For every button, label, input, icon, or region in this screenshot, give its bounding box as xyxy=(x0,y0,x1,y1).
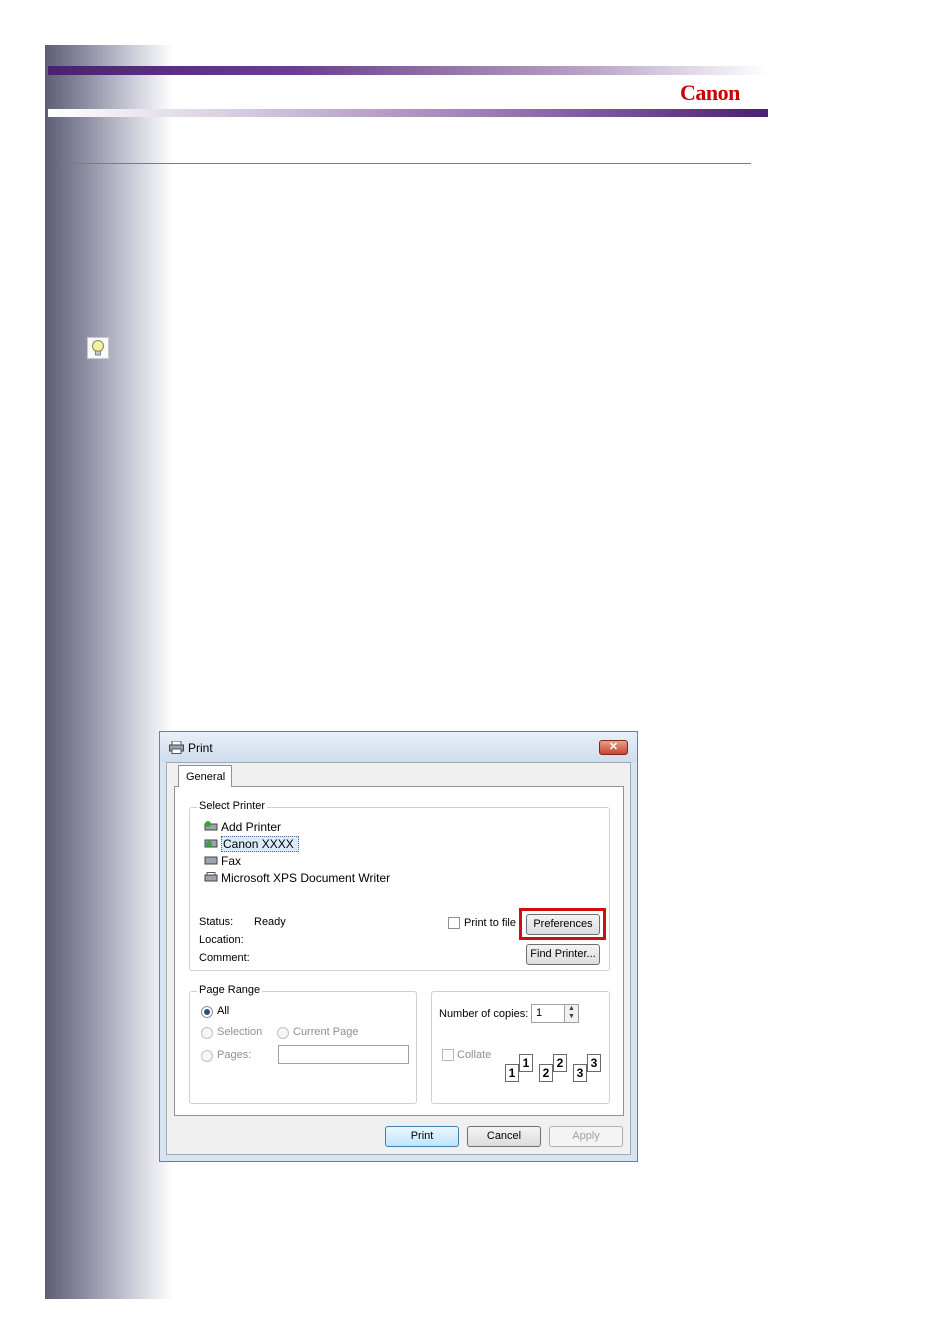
current-page-radio[interactable] xyxy=(277,1027,289,1039)
dialog-title: Print xyxy=(188,741,213,755)
selection-label: Selection xyxy=(217,1026,263,1038)
collate-page: 3 xyxy=(573,1064,587,1082)
collate-label: Collate xyxy=(457,1049,492,1061)
find-printer-button[interactable]: Find Printer... xyxy=(526,944,600,965)
printer-label: Canon XXXX xyxy=(221,836,299,852)
print-dialog: Print ✕ General Select Printer Add Print… xyxy=(159,731,638,1162)
print-to-file-checkbox[interactable] xyxy=(448,917,460,929)
copies-label: Number of copies: xyxy=(439,1008,529,1020)
pages-radio[interactable] xyxy=(201,1050,213,1062)
page-range-label: Page Range xyxy=(197,984,263,996)
all-radio[interactable] xyxy=(201,1006,213,1018)
header-band-bottom xyxy=(48,109,768,117)
pages-label: Pages: xyxy=(217,1049,252,1061)
printer-label: Fax xyxy=(221,854,242,868)
printer-icon xyxy=(169,740,184,759)
copies-spinner[interactable]: ▲ ▼ xyxy=(564,1004,579,1023)
pages-input[interactable] xyxy=(278,1045,409,1064)
fax-icon xyxy=(204,855,218,866)
side-gradient-strip xyxy=(45,45,173,1299)
select-printer-label: Select Printer xyxy=(197,800,268,812)
header-rule xyxy=(63,163,751,164)
dialog-client: General Select Printer Add Printer Canon… xyxy=(166,762,631,1155)
collate-page: 3 xyxy=(587,1054,601,1072)
add-printer-icon xyxy=(204,821,218,832)
apply-button[interactable]: Apply xyxy=(549,1126,623,1147)
collate-page: 2 xyxy=(553,1054,567,1072)
print-to-file-label: Print to file xyxy=(464,917,516,929)
printer-item-fax[interactable]: Fax xyxy=(204,854,241,869)
printer-item-xps[interactable]: Microsoft XPS Document Writer xyxy=(204,871,390,886)
selection-radio[interactable] xyxy=(201,1027,213,1039)
copies-group: Number of copies: 1 ▲ ▼ Collate 1 1 2 2 3… xyxy=(431,991,610,1104)
close-icon: ✕ xyxy=(608,741,619,753)
printer-item-add-printer[interactable]: Add Printer xyxy=(204,820,281,835)
tip-lightbulb-icon xyxy=(87,337,109,359)
cancel-button[interactable]: Cancel xyxy=(467,1126,541,1147)
close-button[interactable]: ✕ xyxy=(599,740,628,755)
collate-checkbox[interactable] xyxy=(442,1049,454,1061)
collate-page: 1 xyxy=(519,1054,533,1072)
print-button[interactable]: Print xyxy=(385,1126,459,1147)
printer-default-icon xyxy=(204,838,218,849)
select-printer-group: Select Printer Add Printer Canon XXXX Fa… xyxy=(189,800,610,971)
dialog-titlebar: Print ✕ xyxy=(160,732,637,762)
status-label: Status: xyxy=(199,916,234,928)
location-label: Location: xyxy=(199,934,244,946)
general-tab-panel: Select Printer Add Printer Canon XXXX Fa… xyxy=(174,786,624,1116)
preferences-button[interactable]: Preferences xyxy=(526,914,600,935)
page-range-group: Page Range All Selection Current Page Pa… xyxy=(189,984,417,1104)
printer-icon xyxy=(204,872,218,883)
printer-label: Microsoft XPS Document Writer xyxy=(221,871,391,885)
header-band-top xyxy=(48,66,768,75)
status-value: Ready xyxy=(254,916,286,928)
printer-item-canon[interactable]: Canon XXXX xyxy=(204,836,299,852)
tab-general[interactable]: General xyxy=(178,765,232,787)
canon-logo: Canon xyxy=(680,80,740,105)
collate-page: 2 xyxy=(539,1064,553,1082)
copies-input[interactable]: 1 xyxy=(531,1004,565,1023)
printer-label: Add Printer xyxy=(221,820,282,834)
current-page-label: Current Page xyxy=(293,1026,359,1038)
all-label: All xyxy=(217,1005,230,1017)
comment-label: Comment: xyxy=(199,952,250,964)
collate-page: 1 xyxy=(505,1064,519,1082)
